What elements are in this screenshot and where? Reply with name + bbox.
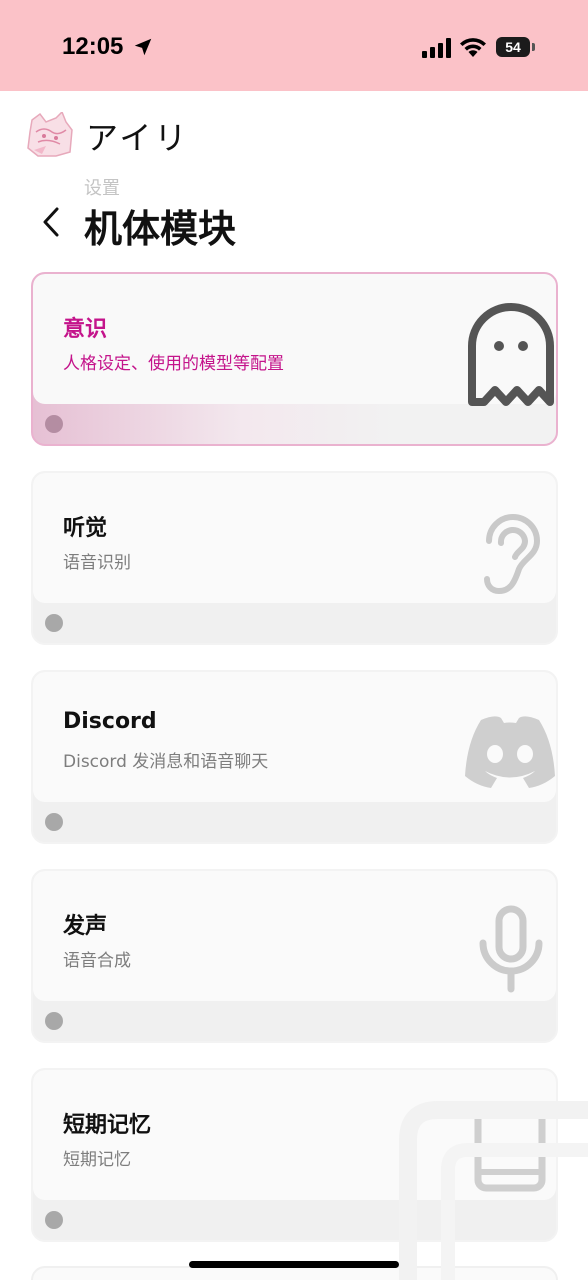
module-card-hearing[interactable]: 听觉 语音识别 bbox=[31, 471, 558, 645]
chevron-left-icon bbox=[43, 207, 59, 237]
card-description: 语音合成 bbox=[63, 951, 131, 971]
back-button[interactable] bbox=[34, 202, 68, 242]
card-title: 意识 bbox=[63, 317, 108, 342]
ghost-icon bbox=[468, 303, 554, 406]
app-name: アイリ bbox=[86, 119, 190, 157]
battery-icon: 54 bbox=[496, 37, 530, 57]
home-indicator bbox=[189, 1261, 399, 1268]
card-title: 短期记忆 bbox=[63, 1113, 152, 1138]
page-title: 机体模块 bbox=[84, 207, 237, 251]
status-dot bbox=[45, 1012, 63, 1030]
card-title: 发声 bbox=[63, 914, 108, 939]
background-decoration-icon bbox=[399, 1101, 588, 1280]
app-logo-icon bbox=[27, 112, 73, 157]
status-dot bbox=[45, 614, 63, 632]
status-dot bbox=[45, 813, 63, 831]
status-dot bbox=[45, 415, 63, 433]
card-description: 短期记忆 bbox=[63, 1150, 131, 1170]
battery-tip bbox=[532, 43, 535, 51]
breadcrumb[interactable]: 设置 bbox=[84, 174, 120, 200]
card-description: Discord 发消息和语音聊天 bbox=[63, 752, 269, 772]
module-card-discord[interactable]: Discord Discord 发消息和语音聊天 bbox=[31, 670, 558, 844]
status-dot bbox=[45, 1211, 63, 1229]
status-time: 12:05 bbox=[62, 33, 124, 60]
location-arrow-icon bbox=[134, 38, 152, 56]
card-description: 语音识别 bbox=[63, 553, 131, 573]
module-card-voice[interactable]: 发声 语音合成 bbox=[31, 869, 558, 1043]
microphone-icon bbox=[479, 905, 543, 993]
card-description: 人格设定、使用的模型等配置 bbox=[63, 354, 284, 374]
discord-icon bbox=[465, 716, 555, 788]
card-title: Discord bbox=[63, 709, 157, 734]
card-body bbox=[33, 473, 556, 603]
card-title: 听觉 bbox=[63, 516, 108, 541]
ear-icon bbox=[484, 514, 541, 595]
cellular-signal-icon bbox=[422, 38, 451, 58]
wifi-icon bbox=[460, 38, 486, 57]
status-bar: 12:05 54 bbox=[0, 0, 588, 91]
module-card-consciousness[interactable]: 意识 人格设定、使用的模型等配置 bbox=[31, 272, 558, 446]
